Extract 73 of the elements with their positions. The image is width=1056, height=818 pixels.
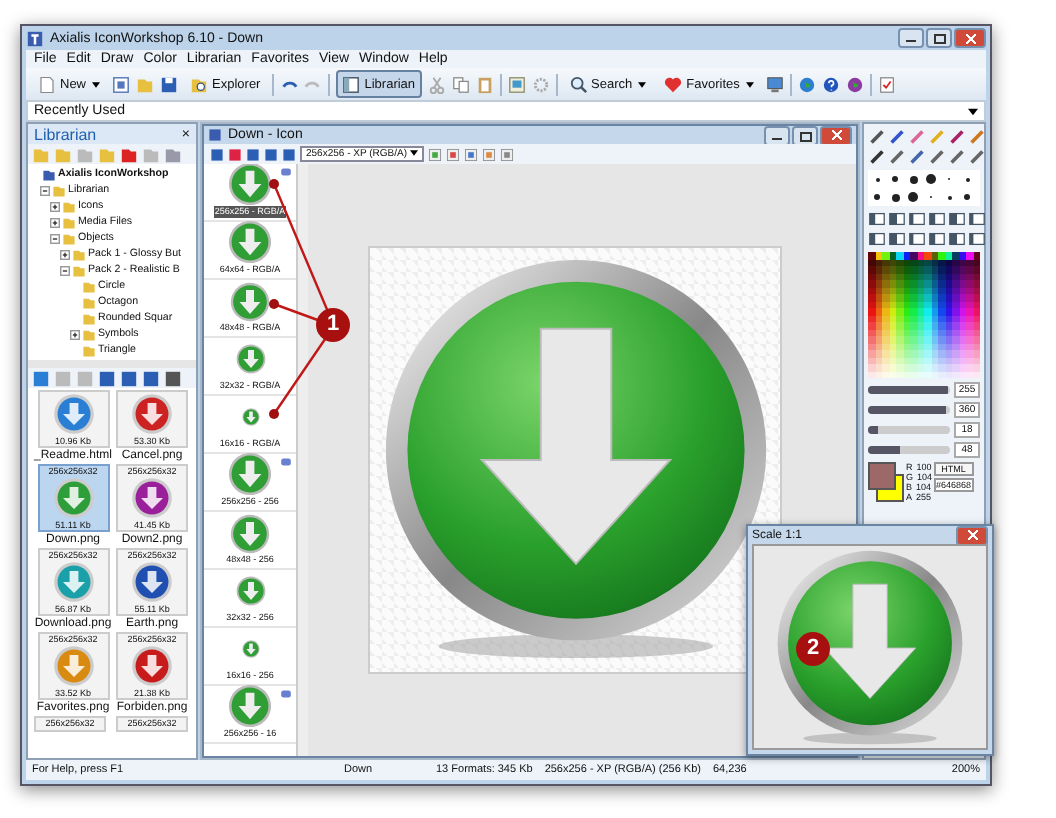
document-icon xyxy=(208,128,222,142)
maximize-button[interactable] xyxy=(926,28,952,48)
download-arrow-icon xyxy=(241,408,259,426)
collapse-icon[interactable] xyxy=(60,265,70,275)
download-arrow-icon xyxy=(228,684,272,728)
file-icon xyxy=(130,560,175,604)
file-icon xyxy=(51,476,96,520)
save-icon[interactable] xyxy=(160,75,179,93)
mode-icon[interactable] xyxy=(888,230,906,248)
file-icon xyxy=(51,560,96,604)
color-slider[interactable] xyxy=(868,406,950,414)
download-arrow-icon xyxy=(230,281,270,321)
color-slider[interactable] xyxy=(868,446,950,454)
checklist-icon[interactable] xyxy=(877,75,896,93)
color-swatches-drawing[interactable] xyxy=(868,462,904,502)
file-icon xyxy=(51,644,96,688)
color-palette[interactable] xyxy=(868,252,980,378)
blank-page-icon xyxy=(38,75,56,93)
mode-icon[interactable] xyxy=(908,210,926,228)
minimize-button[interactable] xyxy=(764,125,790,145)
help-icon[interactable] xyxy=(821,75,840,93)
expand-icon[interactable] xyxy=(50,201,60,211)
download-arrow-icon xyxy=(235,576,265,606)
mode-icon[interactable] xyxy=(948,230,966,248)
collapse-icon[interactable] xyxy=(50,233,60,243)
mode-icon[interactable] xyxy=(928,230,946,248)
heart-icon xyxy=(664,75,683,93)
close-button[interactable] xyxy=(954,28,986,48)
image-icon[interactable] xyxy=(507,75,526,93)
mode-icon[interactable] xyxy=(968,230,986,248)
monitor-icon[interactable] xyxy=(765,75,784,93)
color-slider[interactable] xyxy=(868,386,950,394)
expand-icon[interactable] xyxy=(60,249,70,259)
mode-icon[interactable] xyxy=(928,210,946,228)
expand-icon[interactable] xyxy=(70,329,80,339)
collapse-icon[interactable] xyxy=(40,185,50,195)
file-icon xyxy=(51,392,96,436)
download-arrow-icon xyxy=(230,513,270,553)
download-arrow-icon xyxy=(241,640,259,658)
globe-icon[interactable] xyxy=(797,75,816,93)
folder-icon xyxy=(190,75,209,93)
caret-icon xyxy=(409,150,417,156)
globe-icon[interactable] xyxy=(845,75,864,93)
caret-icon[interactable] xyxy=(968,107,978,115)
app-icon xyxy=(26,29,44,47)
color-slider[interactable] xyxy=(868,426,950,434)
download-arrow-icon xyxy=(228,452,272,496)
download-arrow-icon xyxy=(228,220,272,264)
close-button[interactable] xyxy=(956,525,988,545)
file-icon xyxy=(130,476,175,520)
close-button[interactable] xyxy=(820,125,852,145)
mode-icon[interactable] xyxy=(888,210,906,228)
file-icon xyxy=(130,644,175,688)
mode-icon[interactable] xyxy=(948,210,966,228)
panel-icon xyxy=(342,75,361,93)
mode-icon[interactable] xyxy=(968,210,986,228)
caret-icon xyxy=(92,81,101,87)
mode-icon[interactable] xyxy=(868,210,886,228)
panel-title: Librarian xyxy=(34,125,97,143)
caret-icon xyxy=(745,81,754,87)
grid-document-icon[interactable] xyxy=(112,75,131,93)
brush-size-grid[interactable] xyxy=(868,170,980,206)
caret-icon xyxy=(638,81,647,87)
file-icon xyxy=(130,392,175,436)
download-arrow-icon xyxy=(235,344,265,374)
mode-icon[interactable] xyxy=(908,230,926,248)
clipboard-icon[interactable] xyxy=(475,75,494,93)
mode-icon[interactable] xyxy=(868,230,886,248)
copy-icon[interactable] xyxy=(451,75,470,93)
search-icon xyxy=(569,75,588,93)
minimize-button[interactable] xyxy=(898,28,924,48)
maximize-button[interactable] xyxy=(792,125,818,145)
expand-icon[interactable] xyxy=(50,217,60,227)
